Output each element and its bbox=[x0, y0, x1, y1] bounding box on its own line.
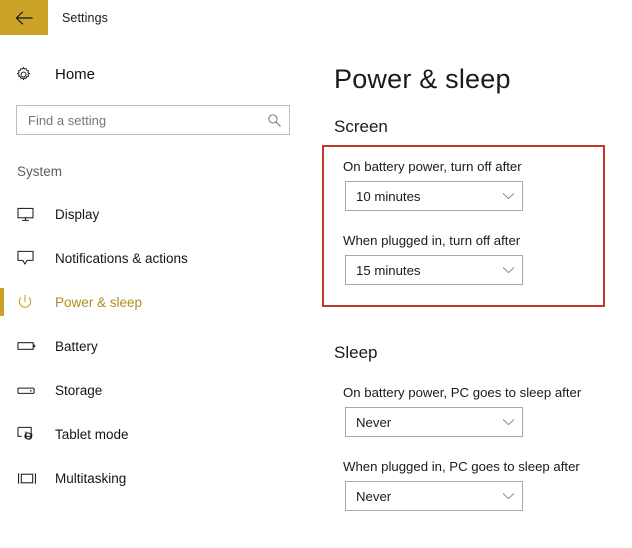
dropdown-value: 15 minutes bbox=[356, 262, 421, 278]
chevron-down-icon bbox=[494, 192, 522, 200]
sidebar-item-label: Multitasking bbox=[55, 470, 127, 486]
section-heading-screen: Screen bbox=[334, 117, 388, 136]
back-arrow-icon bbox=[15, 10, 33, 25]
gear-icon bbox=[15, 66, 37, 83]
home-label: Home bbox=[55, 65, 96, 83]
selection-accent-bar bbox=[0, 464, 4, 492]
selection-accent-bar bbox=[0, 200, 4, 228]
sidebar-item-storage[interactable]: Storage bbox=[0, 368, 320, 412]
sidebar-item-tablet-mode[interactable]: Tablet mode bbox=[0, 412, 320, 456]
chevron-down-icon bbox=[494, 266, 522, 274]
multitasking-icon bbox=[17, 472, 41, 485]
tablet-hand-icon bbox=[17, 426, 41, 442]
section-heading-sleep: Sleep bbox=[334, 343, 378, 362]
back-button[interactable] bbox=[0, 0, 48, 35]
sidebar-group-label: System bbox=[17, 164, 63, 179]
sidebar: Home System Display bbox=[0, 35, 320, 548]
sleep-plugged-dropdown[interactable]: Never bbox=[345, 481, 523, 511]
sidebar-item-label: Display bbox=[55, 206, 100, 222]
sidebar-item-label: Tablet mode bbox=[55, 426, 129, 442]
selection-accent-bar bbox=[0, 376, 4, 404]
sidebar-nav: Display Notifications & actions Power & … bbox=[0, 192, 320, 500]
battery-icon bbox=[17, 340, 41, 352]
dropdown-value: Never bbox=[356, 414, 392, 430]
search-box[interactable] bbox=[16, 105, 290, 135]
sidebar-item-label: Battery bbox=[55, 338, 98, 354]
screen-plugged-dropdown[interactable]: 15 minutes bbox=[345, 255, 523, 285]
main-content: Power & sleep Screen On battery power, t… bbox=[320, 35, 632, 548]
selection-accent-bar bbox=[0, 244, 4, 272]
field-sleep-battery: On battery power, PC goes to sleep after… bbox=[320, 385, 632, 437]
sidebar-item-label: Power & sleep bbox=[55, 294, 143, 310]
dropdown-value: Never bbox=[356, 488, 392, 504]
field-label: On battery power, PC goes to sleep after bbox=[343, 385, 582, 400]
titlebar: Settings bbox=[0, 0, 632, 35]
sidebar-item-label: Notifications & actions bbox=[55, 250, 188, 266]
field-screen-battery: On battery power, turn off after 10 minu… bbox=[320, 159, 632, 211]
speech-bubble-icon bbox=[17, 250, 41, 266]
selection-accent-bar bbox=[0, 332, 4, 360]
power-icon bbox=[17, 294, 41, 310]
sleep-battery-dropdown[interactable]: Never bbox=[345, 407, 523, 437]
field-label: On battery power, turn off after bbox=[343, 159, 522, 174]
sidebar-item-battery[interactable]: Battery bbox=[0, 324, 320, 368]
storage-drive-icon bbox=[17, 385, 41, 396]
selection-accent-bar bbox=[0, 420, 4, 448]
field-label: When plugged in, turn off after bbox=[343, 233, 521, 248]
titlebar-title: Settings bbox=[62, 10, 108, 25]
sidebar-item-multitasking[interactable]: Multitasking bbox=[0, 456, 320, 500]
monitor-icon bbox=[17, 207, 41, 222]
field-sleep-plugged: When plugged in, PC goes to sleep after … bbox=[320, 459, 632, 511]
dropdown-value: 10 minutes bbox=[356, 188, 421, 204]
sidebar-item-power-sleep[interactable]: Power & sleep bbox=[0, 280, 320, 324]
field-label: When plugged in, PC goes to sleep after bbox=[343, 459, 580, 474]
selection-accent-bar bbox=[0, 288, 4, 316]
field-screen-plugged: When plugged in, turn off after 15 minut… bbox=[320, 233, 632, 285]
screen-battery-dropdown[interactable]: 10 minutes bbox=[345, 181, 523, 211]
search-icon[interactable] bbox=[259, 113, 289, 128]
sidebar-item-label: Storage bbox=[55, 382, 103, 398]
app-body: Home System Display bbox=[0, 35, 632, 548]
search-input[interactable] bbox=[17, 106, 259, 134]
sidebar-item-display[interactable]: Display bbox=[0, 192, 320, 236]
sidebar-item-home[interactable]: Home bbox=[0, 57, 320, 91]
chevron-down-icon bbox=[494, 492, 522, 500]
page-title: Power & sleep bbox=[334, 64, 511, 94]
sidebar-item-notifications-actions[interactable]: Notifications & actions bbox=[0, 236, 320, 280]
chevron-down-icon bbox=[494, 418, 522, 426]
